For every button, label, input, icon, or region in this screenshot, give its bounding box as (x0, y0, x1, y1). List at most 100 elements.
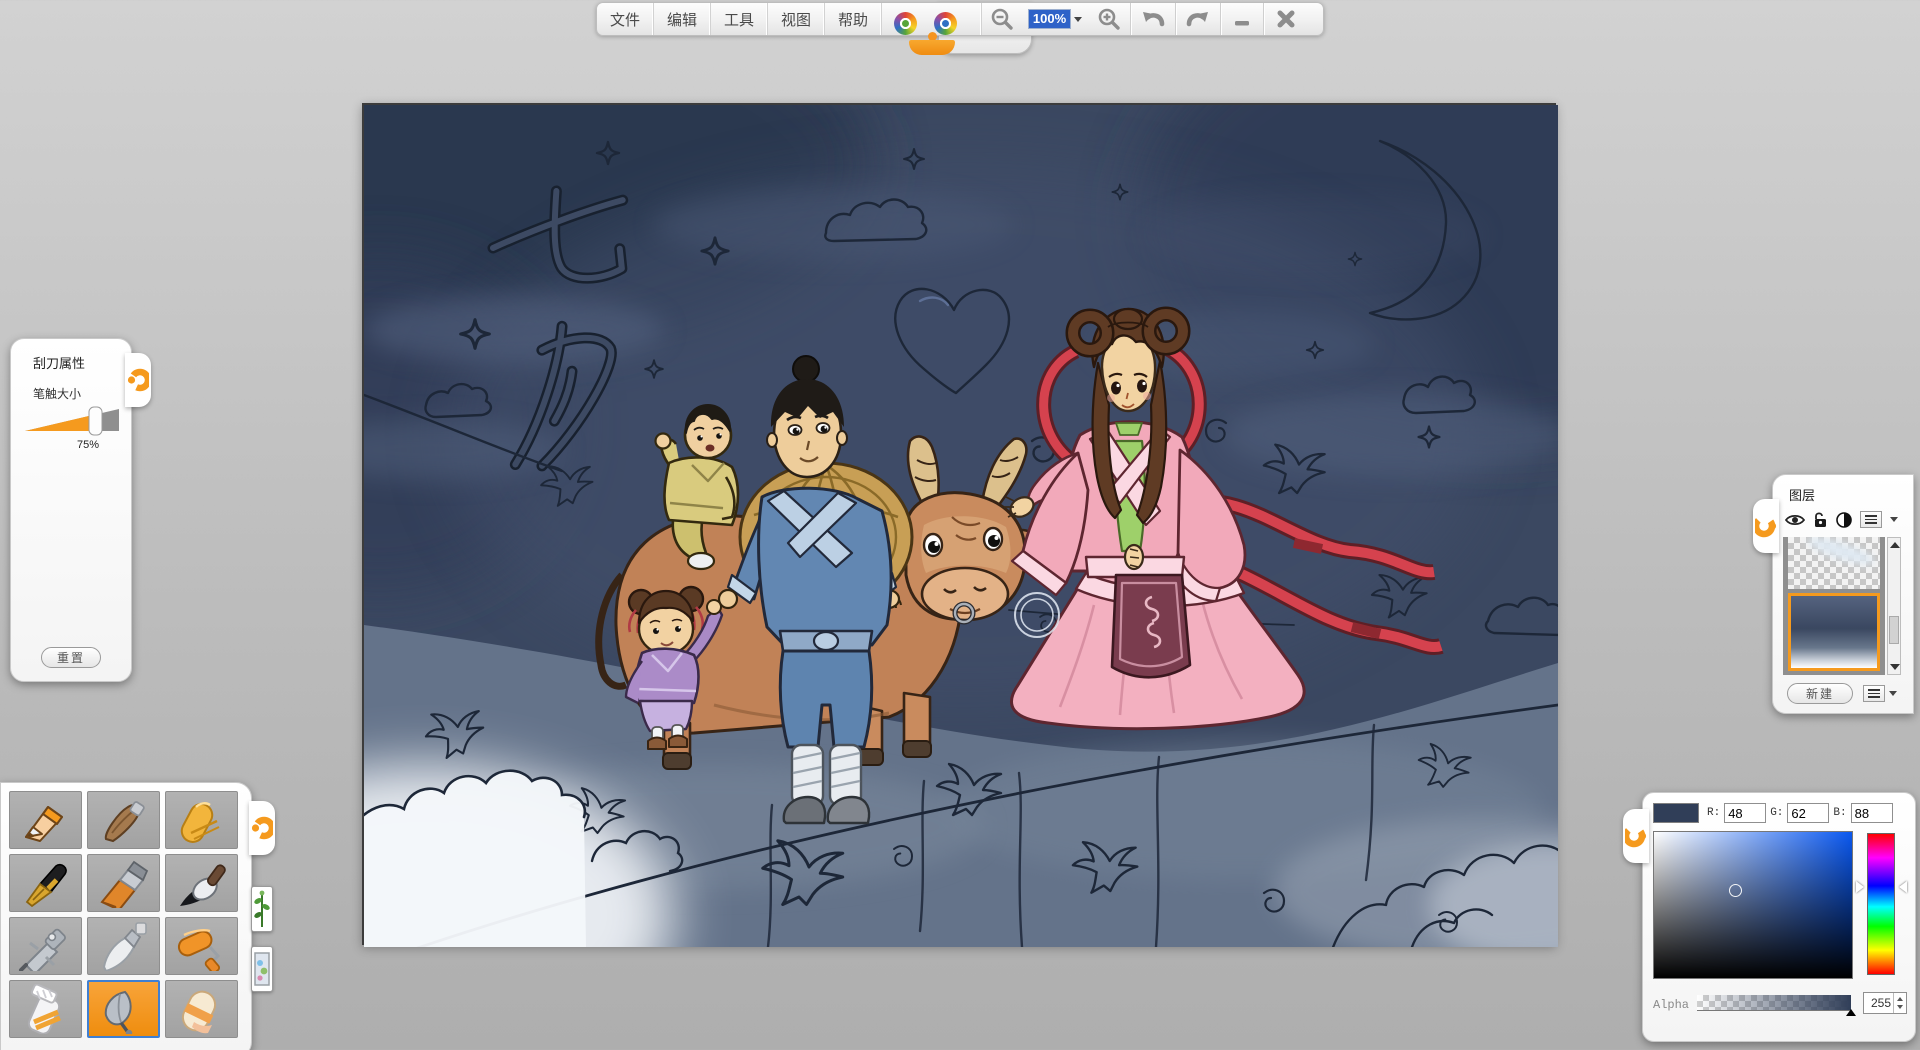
alpha-slider[interactable] (1697, 995, 1851, 1011)
hue-marker-left-icon[interactable] (1856, 881, 1864, 893)
layer-item-sketch[interactable] (1788, 537, 1880, 589)
scroll-up-icon[interactable] (1890, 542, 1900, 548)
palette-knife-icon (94, 921, 154, 971)
layer-menu-button[interactable] (1860, 511, 1882, 528)
tool-paint-jar[interactable] (9, 980, 82, 1038)
zoom-level-field[interactable]: 100% (1022, 3, 1088, 35)
logo-right-eye-icon (934, 12, 957, 35)
color-drag-handle[interactable] (1623, 809, 1649, 863)
minimize-button[interactable] (1221, 3, 1263, 35)
scroll-down-icon[interactable] (1890, 664, 1900, 670)
tool-ink-brush[interactable] (165, 854, 238, 912)
layers-drag-handle[interactable] (1753, 499, 1779, 553)
drawing-canvas[interactable]: 七夕 (362, 103, 1556, 945)
hue-marker-right-icon[interactable] (1899, 881, 1907, 893)
zoom-dropdown-caret-icon[interactable] (1074, 17, 1082, 22)
picture-stamp-icon (254, 949, 270, 989)
panel-handle-icon (251, 813, 273, 843)
alpha-value: 255 (1864, 993, 1893, 1013)
zoom-in-magnifier-icon (1097, 7, 1121, 31)
slider-handle[interactable] (89, 407, 102, 435)
tool-crayon[interactable] (165, 791, 238, 849)
tool-palette-knife[interactable] (87, 917, 160, 975)
alpha-marker-icon[interactable] (1846, 1009, 1856, 1016)
layers-panel: 图层 新建 (1772, 474, 1914, 714)
brush-size-slider[interactable] (23, 405, 121, 437)
redo-arrow-icon (1185, 7, 1211, 31)
crayon-icon (172, 795, 232, 845)
tool-pencil[interactable] (9, 791, 82, 849)
close-button[interactable] (1264, 3, 1308, 35)
layer-list (1783, 537, 1885, 675)
eraser-icon (172, 984, 232, 1034)
layer-item-painting-selected[interactable] (1788, 593, 1880, 671)
current-color-swatch (1653, 803, 1699, 823)
flat-brush-icon (94, 858, 154, 908)
alpha-spin-up-icon[interactable] (1897, 997, 1903, 1001)
menu-tools[interactable]: 工具 (711, 3, 768, 35)
color-selection-marker[interactable] (1729, 884, 1742, 897)
airbrush-icon (16, 921, 76, 971)
pencil-icon (16, 795, 76, 845)
alpha-label: Alpha (1653, 998, 1689, 1012)
tool-paint-roller[interactable] (165, 917, 238, 975)
tool-fountain-pen[interactable] (9, 854, 82, 912)
tool-palette-panel (0, 782, 252, 1050)
unlock-padlock-icon[interactable] (1813, 511, 1828, 528)
ink-brush-icon (172, 858, 232, 908)
logo-left-eye-icon (894, 12, 917, 35)
undo-arrow-icon (1140, 7, 1166, 31)
layer-menu-caret-icon[interactable] (1890, 517, 1898, 522)
blue-input[interactable] (1851, 803, 1893, 823)
tool-eraser[interactable] (165, 980, 238, 1038)
palette-drag-handle[interactable] (249, 801, 275, 855)
scrollbar-thumb[interactable] (1889, 616, 1899, 644)
saturation-value-field[interactable] (1653, 831, 1853, 979)
visibility-eye-icon[interactable] (1785, 513, 1805, 527)
brush-size-value: 75% (77, 439, 99, 451)
menu-file[interactable]: 文件 (597, 3, 654, 35)
layers-title: 图层 (1789, 485, 1815, 504)
green-label: G: (1770, 807, 1783, 819)
picture-stamp-button[interactable] (251, 946, 273, 992)
reset-button[interactable]: 重置 (41, 647, 101, 668)
new-layer-button[interactable]: 新建 (1787, 683, 1853, 704)
tool-scraper[interactable] (87, 980, 160, 1038)
alpha-spin-down-icon[interactable] (1897, 1005, 1903, 1009)
redo-button[interactable] (1176, 3, 1220, 35)
red-input[interactable] (1724, 803, 1766, 823)
zoom-in-button[interactable] (1088, 3, 1130, 35)
zoom-level-value: 100% (1028, 9, 1071, 29)
plant-stamp-icon (254, 889, 270, 929)
red-label: R: (1707, 807, 1720, 819)
logo-smile-icon (909, 40, 955, 55)
charcoal-icon (94, 795, 154, 845)
color-picker-panel: R: G: B: Alpha 255 (1642, 792, 1916, 1042)
panel-handle-icon (1625, 821, 1647, 851)
zoom-out-button[interactable] (982, 3, 1022, 35)
fountain-pen-icon (16, 858, 76, 908)
undo-button[interactable] (1131, 3, 1175, 35)
panel-drag-handle[interactable] (125, 353, 151, 407)
minimize-dash-icon (1232, 9, 1252, 29)
menu-view[interactable]: 视图 (768, 3, 825, 35)
menu-edit[interactable]: 编辑 (654, 3, 711, 35)
alpha-spinner[interactable]: 255 (1863, 992, 1907, 1014)
paint-jar-icon (16, 984, 76, 1034)
panel-handle-icon (1755, 511, 1777, 541)
tool-flat-brush[interactable] (87, 854, 160, 912)
panel-handle-icon (127, 365, 149, 395)
menu-help[interactable]: 帮助 (825, 3, 882, 35)
hue-bar[interactable] (1867, 833, 1895, 975)
tool-charcoal[interactable] (87, 791, 160, 849)
layer-options-button[interactable] (1863, 685, 1885, 702)
plant-stamp-button[interactable] (251, 886, 273, 932)
main-toolbar: 文件 编辑 工具 视图 帮助 100% (596, 2, 1324, 36)
layer-scrollbar[interactable] (1887, 537, 1901, 675)
app-logo (882, 3, 982, 35)
tool-airbrush[interactable] (9, 917, 82, 975)
layer-options-caret-icon[interactable] (1889, 691, 1897, 696)
green-input[interactable] (1787, 803, 1829, 823)
scraper-icon (94, 984, 154, 1034)
opacity-half-circle-icon[interactable] (1836, 512, 1852, 528)
